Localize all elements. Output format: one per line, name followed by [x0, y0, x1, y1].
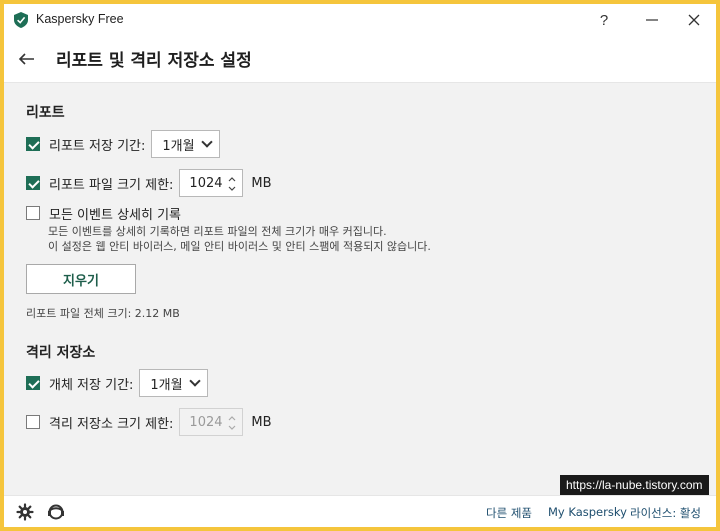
app-title: Kaspersky Free [36, 12, 124, 26]
quarantine-store-period-row: 개체 저장 기간: 1개월 [26, 368, 208, 398]
kaspersky-shield-icon [14, 12, 28, 28]
detailed-log-description-2: 이 설정은 웹 안티 바이러스, 메일 안티 바이러스 및 안티 스팸에 적용되… [48, 240, 431, 253]
report-size-limit-label: 리포트 파일 크기 제한: [49, 177, 174, 193]
footer-bar: 다른 제품 My Kaspersky 라이선스: 활성 [4, 495, 716, 527]
close-button[interactable] [674, 8, 714, 32]
report-store-period-checkbox[interactable] [26, 137, 40, 151]
minimize-button[interactable] [632, 8, 672, 32]
watermark: https://la-nube.tistory.com [560, 475, 709, 495]
quarantine-size-limit-row: 격리 저장소 크기 제한: 1024 MB [26, 407, 272, 437]
quarantine-store-period-value: 1개월 [150, 377, 183, 393]
report-total-size: 리포트 파일 전체 크기: 2.12 MB [26, 307, 180, 320]
report-size-limit-value: 1024 [189, 175, 223, 191]
help-button[interactable]: ? [584, 8, 624, 32]
page-header: 리포트 및 격리 저장소 설정 [4, 36, 716, 83]
report-store-period-select[interactable]: 1개월 [151, 130, 220, 158]
detailed-log-description-1: 모든 이벤트를 상세히 기록하면 리포트 파일의 전체 크기가 매우 커집니다. [48, 225, 387, 238]
quarantine-size-limit-unit: MB [251, 414, 272, 430]
clear-reports-button[interactable]: 지우기 [26, 264, 136, 294]
reports-section-title: 리포트 [26, 105, 65, 121]
minimize-icon [646, 19, 658, 21]
support-icon[interactable] [47, 503, 65, 521]
title-bar: Kaspersky Free ? [4, 4, 716, 36]
license-link[interactable]: 라이선스: 활성 [630, 505, 701, 521]
report-store-period-row: 리포트 저장 기간: 1개월 [26, 129, 220, 159]
quarantine-size-limit-label: 격리 저장소 크기 제한: [49, 416, 174, 432]
page-title: 리포트 및 격리 저장소 설정 [56, 51, 252, 71]
detailed-log-checkbox[interactable] [26, 206, 40, 220]
report-size-limit-stepper[interactable]: 1024 [179, 169, 244, 197]
report-store-period-value: 1개월 [162, 138, 195, 154]
report-store-period-label: 리포트 저장 기간: [49, 138, 146, 154]
other-products-link[interactable]: 다른 제품 [486, 505, 532, 521]
chevron-down-icon [200, 136, 213, 148]
gear-icon[interactable] [16, 503, 34, 521]
detailed-log-row: 모든 이벤트 상세히 기록 [26, 198, 181, 228]
quarantine-store-period-select[interactable]: 1개월 [139, 369, 208, 397]
arrow-left-icon[interactable] [16, 48, 38, 70]
quarantine-size-limit-stepper[interactable]: 1024 [179, 408, 244, 436]
close-icon [688, 14, 700, 26]
quarantine-section-title: 격리 저장소 [26, 345, 96, 361]
settings-content: 리포트 리포트 저장 기간: 1개월 리포트 파일 크기 제한: 1024 MB [4, 83, 716, 495]
detailed-log-label: 모든 이벤트 상세히 기록 [49, 207, 181, 223]
quarantine-size-limit-checkbox[interactable] [26, 415, 40, 429]
quarantine-store-period-label: 개체 저장 기간: [49, 377, 134, 393]
my-kaspersky-link[interactable]: My Kaspersky [548, 505, 627, 519]
main-window: Kaspersky Free ? 리포트 및 격리 저장소 설정 리포트 리포트… [4, 4, 716, 527]
quarantine-size-limit-value: 1024 [189, 414, 223, 430]
report-size-limit-row: 리포트 파일 크기 제한: 1024 MB [26, 168, 272, 198]
spin-arrows-icon[interactable] [227, 413, 237, 433]
report-size-limit-checkbox[interactable] [26, 176, 40, 190]
quarantine-store-period-checkbox[interactable] [26, 376, 40, 390]
report-size-limit-unit: MB [251, 175, 272, 191]
chevron-down-icon [188, 375, 201, 387]
spin-arrows-icon[interactable] [227, 174, 237, 194]
